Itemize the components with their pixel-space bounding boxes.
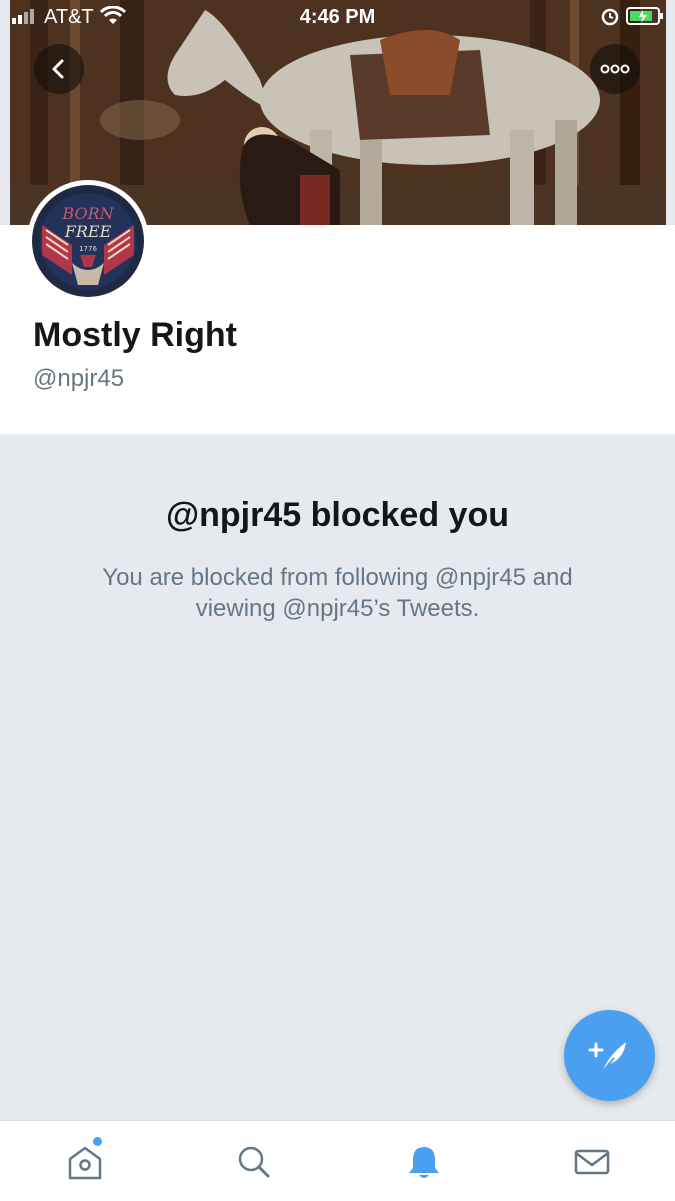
alarm-icon [601, 8, 619, 26]
bell-icon [409, 1147, 439, 1178]
compose-tweet-button[interactable] [564, 1010, 655, 1101]
avatar-text-free: FREE [64, 222, 112, 241]
chevron-left-icon [52, 59, 64, 79]
tab-messages[interactable] [562, 1137, 622, 1187]
tab-home[interactable] [55, 1137, 115, 1187]
back-button[interactable] [34, 44, 84, 94]
status-bar: AT&T 4:46 PM [0, 0, 675, 34]
bottom-tab-bar [0, 1120, 675, 1201]
battery-icon [626, 7, 663, 25]
blocked-message: You are blocked from following @npjr45 a… [102, 564, 573, 622]
blocked-title: @npjr45 blocked you [165, 496, 509, 534]
home-notification-dot [93, 1137, 102, 1146]
avatar-text-born: BORN [61, 204, 114, 223]
tab-notifications[interactable] [394, 1137, 454, 1187]
display-name: Mostly Right [33, 316, 237, 354]
search-icon [238, 1146, 270, 1178]
user-handle: @npjr45 [33, 365, 125, 392]
more-dots-icon [600, 64, 630, 74]
avatar-image: BORN FREE 1776 [32, 185, 144, 297]
home-icon [68, 1146, 102, 1180]
more-options-button[interactable] [590, 44, 640, 94]
compose-quill-icon [588, 1041, 626, 1073]
mail-icon [574, 1149, 610, 1175]
status-time: 4:46 PM [299, 6, 376, 28]
tab-search[interactable] [224, 1137, 284, 1187]
avatar[interactable]: BORN FREE 1776 [27, 180, 149, 302]
avatar-graphic: BORN FREE 1776 [32, 185, 144, 297]
avatar-text-year: 1776 [79, 245, 97, 253]
